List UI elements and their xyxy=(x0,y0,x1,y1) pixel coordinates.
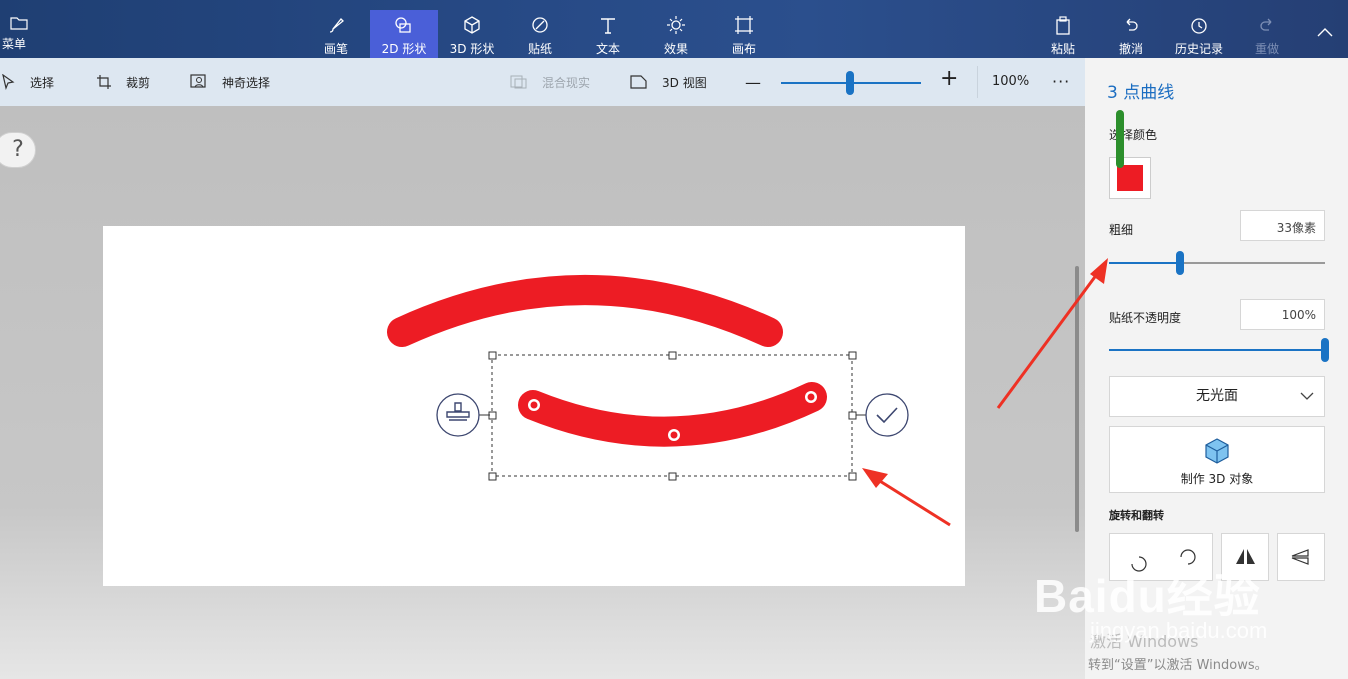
opacity-input[interactable]: 100% xyxy=(1240,299,1325,330)
baidu-watermark: Baidu经验 xyxy=(1034,570,1261,622)
history-icon xyxy=(1191,18,1207,34)
opacity-label: 贴纸不透明度 xyxy=(1109,311,1182,325)
activate-windows-text: 转到“设置”以激活 Windows。 xyxy=(1088,658,1268,673)
panel-title: 3 点曲线 xyxy=(1107,83,1175,103)
make-3d-button[interactable]: 制作 3D 对象 xyxy=(1109,426,1325,493)
red-curve-stroke[interactable] xyxy=(387,275,783,347)
opacity-slider-thumb[interactable] xyxy=(1321,338,1329,362)
annotation-arrow-selection xyxy=(862,468,951,527)
canvas-drawing-layer xyxy=(387,275,951,527)
confirm-button[interactable] xyxy=(865,393,909,437)
thickness-input[interactable]: 33像素 xyxy=(1240,210,1325,241)
thickness-slider-fill xyxy=(1109,262,1181,264)
cube-icon xyxy=(1205,438,1229,464)
flip-horizontal-icon xyxy=(1291,549,1309,565)
rotate-flip-label: 旋转和翻转 xyxy=(1109,509,1164,522)
collapse-ribbon-icon[interactable] xyxy=(1316,24,1334,42)
thickness-slider-thumb[interactable] xyxy=(1176,251,1185,275)
current-color-swatch xyxy=(1117,165,1143,191)
flip-horizontal-button[interactable] xyxy=(1277,533,1325,581)
stamp-button[interactable] xyxy=(436,393,480,437)
redo-icon xyxy=(1260,18,1272,31)
baidu-watermark-url: jingyan.baidu.com xyxy=(1090,618,1268,643)
finish-dropdown-value: 无光面 xyxy=(1196,388,1238,404)
finish-dropdown[interactable]: 无光面 xyxy=(1109,376,1325,417)
selected-curve-stroke[interactable] xyxy=(518,382,827,447)
opacity-slider-fill xyxy=(1109,349,1325,351)
thickness-slider[interactable] xyxy=(1109,251,1325,275)
thickness-label: 粗细 xyxy=(1109,223,1134,237)
panel-scrollbar[interactable] xyxy=(1116,110,1124,168)
redo-button[interactable]: 重做 xyxy=(1233,10,1301,58)
opacity-slider[interactable] xyxy=(1109,338,1329,362)
undo-button[interactable]: 撤消 xyxy=(1097,10,1165,58)
undo-icon xyxy=(1126,18,1138,31)
history-button[interactable]: 历史记录 xyxy=(1165,10,1233,58)
chevron-down-icon xyxy=(1300,392,1314,400)
